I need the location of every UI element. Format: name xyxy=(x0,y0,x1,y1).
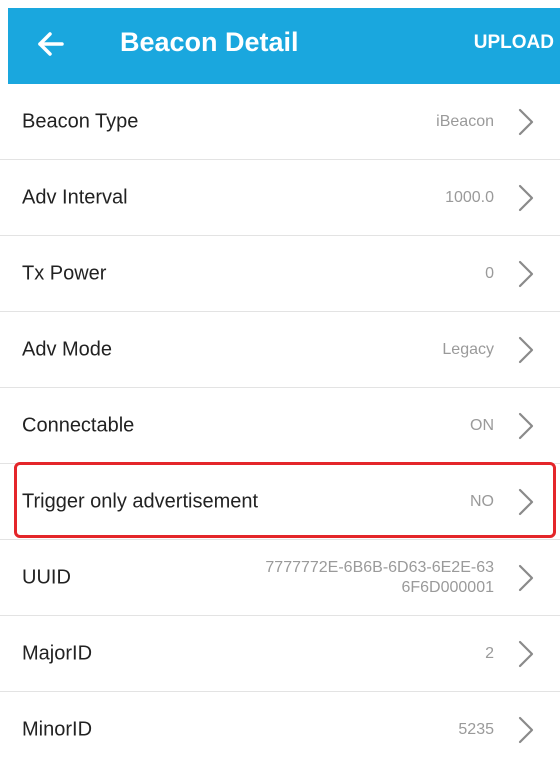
row-value: Legacy xyxy=(442,340,494,358)
row-adv-interval[interactable]: Adv Interval 1000.0 xyxy=(0,160,560,236)
beacon-detail-screen: Beacon Detail UPLOAD Beacon Type iBeacon… xyxy=(0,0,560,763)
row-value: iBeacon xyxy=(436,112,494,130)
row-value: ON xyxy=(470,416,494,434)
arrow-left-icon xyxy=(38,32,64,56)
row-connectable[interactable]: Connectable ON xyxy=(0,388,560,464)
chevron-right-icon xyxy=(518,564,534,591)
chevron-right-icon xyxy=(518,640,534,667)
back-button[interactable] xyxy=(30,22,74,66)
row-label: UUID xyxy=(22,566,71,588)
row-value: 2 xyxy=(485,644,494,662)
row-uuid[interactable]: UUID 7777772E-6B6B-6D63-6E2E-63 6F6D0000… xyxy=(0,540,560,616)
chevron-right-icon xyxy=(518,412,534,439)
row-value: 7777772E-6B6B-6D63-6E2E-63 6F6D000001 xyxy=(265,558,494,596)
row-value: 1000.0 xyxy=(445,188,494,206)
row-adv-mode[interactable]: Adv Mode Legacy xyxy=(0,312,560,388)
chevron-right-icon xyxy=(518,260,534,287)
chevron-right-icon xyxy=(518,336,534,363)
row-value: 0 xyxy=(485,264,494,282)
row-label: Trigger only advertisement xyxy=(22,490,259,512)
upload-button[interactable]: UPLOAD xyxy=(474,32,554,54)
chevron-right-icon xyxy=(518,108,534,135)
row-label: Adv Mode xyxy=(22,338,113,360)
row-label: MinorID xyxy=(22,718,93,740)
row-label: Adv Interval xyxy=(22,186,128,208)
row-beacon-type[interactable]: Beacon Type iBeacon xyxy=(0,84,560,160)
row-label: Tx Power xyxy=(22,262,107,284)
row-major-id[interactable]: MajorID 2 xyxy=(0,616,560,692)
app-bar: Beacon Detail UPLOAD xyxy=(8,8,560,84)
chevron-right-icon xyxy=(518,488,534,515)
row-label: Connectable xyxy=(22,414,135,436)
chevron-right-icon xyxy=(518,716,534,743)
page-title: Beacon Detail xyxy=(120,27,299,57)
chevron-right-icon xyxy=(518,184,534,211)
row-value: NO xyxy=(470,492,494,510)
row-tx-power[interactable]: Tx Power 0 xyxy=(0,236,560,312)
row-label: Beacon Type xyxy=(22,110,139,132)
row-minor-id[interactable]: MinorID 5235 xyxy=(0,692,560,763)
row-label: MajorID xyxy=(22,642,93,664)
row-value: 5235 xyxy=(458,720,494,738)
beacon-settings-list: Beacon Type iBeacon Adv Interval 1000.0 … xyxy=(0,84,560,763)
row-trigger-only-advertisement[interactable]: Trigger only advertisement NO xyxy=(0,464,560,540)
